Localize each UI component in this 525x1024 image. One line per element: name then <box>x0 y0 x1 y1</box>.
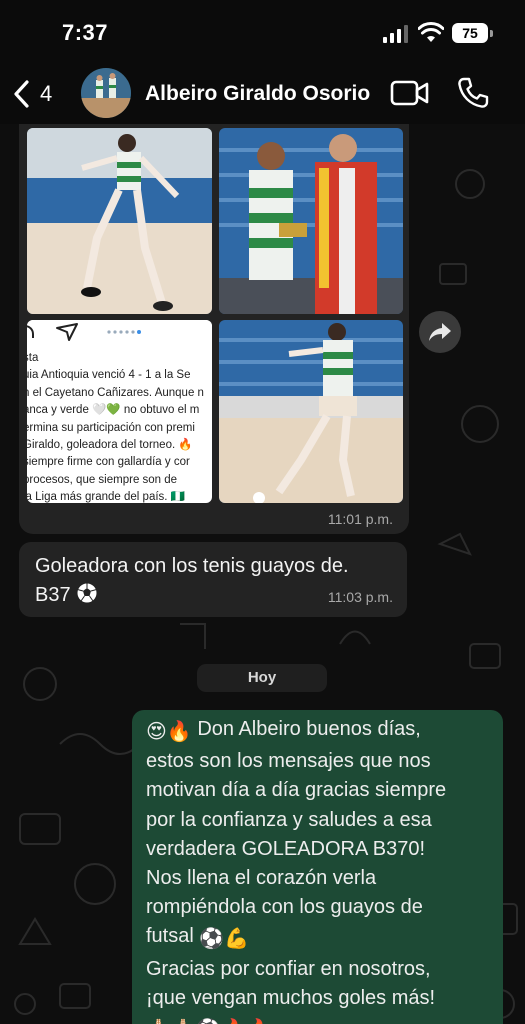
video-call-icon[interactable] <box>390 79 430 107</box>
message-line: por la confianza y saludes a esa <box>146 808 432 831</box>
emoji-group: ⚽💪 <box>199 928 250 951</box>
message-time: 11:03 p.m. <box>327 589 393 605</box>
post-line: ermina su participación con premi <box>27 421 195 434</box>
post-line: la Liga más grande del país. 🇳🇬 <box>27 491 185 503</box>
phone-icon[interactable] <box>456 76 490 110</box>
post-line: procesos, que siempre son de <box>27 473 178 486</box>
message-time: 11:01 p.m. <box>327 511 393 527</box>
chat-header: 4 Albeiro Giraldo Osorio <box>0 62 525 124</box>
message-line: Nos llena el corazón verla <box>146 867 377 890</box>
post-caption: sta uia Antioquia venció 4 - 1 a la Se n… <box>27 350 212 503</box>
emoji-group: 😍🔥 <box>146 721 192 743</box>
photo-tile-3[interactable] <box>219 320 403 503</box>
message-line: futsal <box>146 925 194 948</box>
chat-area[interactable]: sta uia Antioquia venció 4 - 1 a la Se n… <box>0 124 525 1024</box>
avatar[interactable] <box>81 68 131 118</box>
post-line: sta <box>27 352 39 364</box>
wifi-icon <box>418 22 444 42</box>
status-bar: 7:37 75 <box>0 0 525 62</box>
forward-button[interactable] <box>419 311 461 353</box>
battery-indicator: 75 <box>452 23 488 43</box>
outgoing-message-bubble[interactable]: 😍🔥 Don Albeiro buenos días, estos son lo… <box>132 710 503 1024</box>
message-line: rompiéndola con los guayos de <box>146 896 423 919</box>
soccer-ball-icon <box>76 582 98 604</box>
back-chevron-icon[interactable] <box>10 78 34 110</box>
message-line: motivan día a día gracias siempre <box>146 779 447 802</box>
message-line: verdadera GOLEADORA B370! <box>146 837 426 860</box>
message-line: estos son los mensajes que nos <box>146 750 431 773</box>
status-time: 7:37 <box>62 20 109 45</box>
contact-name[interactable]: Albeiro Giraldo Osorio <box>145 82 370 106</box>
battery-nub <box>490 30 493 37</box>
post-line: anca y verde 🤍💚 no obtuvo el m <box>27 404 200 417</box>
message-line: Gracias por confiar en nosotros, <box>146 957 431 980</box>
message-line: Goleadora con los tenis guayos de. <box>35 555 349 577</box>
message-line: ¡que vengan muchos goles más! <box>146 986 436 1009</box>
post-line: Giraldo, goleadora del torneo. 🔥 <box>27 439 193 452</box>
message-line: B37 <box>35 584 71 606</box>
forward-icon <box>429 323 451 341</box>
post-line: siempre firme con gallardía y cor <box>27 456 190 469</box>
date-separator: Hoy <box>197 664 327 692</box>
message-line: Don Albeiro buenos días, <box>197 718 421 740</box>
media-message-bubble[interactable]: sta uia Antioquia venció 4 - 1 a la Se n… <box>19 124 409 534</box>
post-line: n el Cayetano Cañizares. Aunque n <box>27 386 204 399</box>
unread-count[interactable]: 4 <box>40 81 52 107</box>
photo-tile-1[interactable] <box>27 128 212 314</box>
emoji-group: 🙏🏻🙏🏻⚽🔥🔥 <box>146 1016 271 1024</box>
signal-icon <box>383 25 408 43</box>
screenshot-tile[interactable]: sta uia Antioquia venció 4 - 1 a la Se n… <box>27 320 212 503</box>
message-text: 😍🔥 Don Albeiro buenos días, estos son lo… <box>146 715 496 1024</box>
incoming-message-bubble[interactable]: Goleadora con los tenis guayos de. B37 1… <box>19 542 407 617</box>
post-toolbar <box>27 320 212 344</box>
photo-tile-2[interactable] <box>219 128 403 314</box>
post-line: uia Antioquia venció 4 - 1 a la Se <box>27 369 191 382</box>
